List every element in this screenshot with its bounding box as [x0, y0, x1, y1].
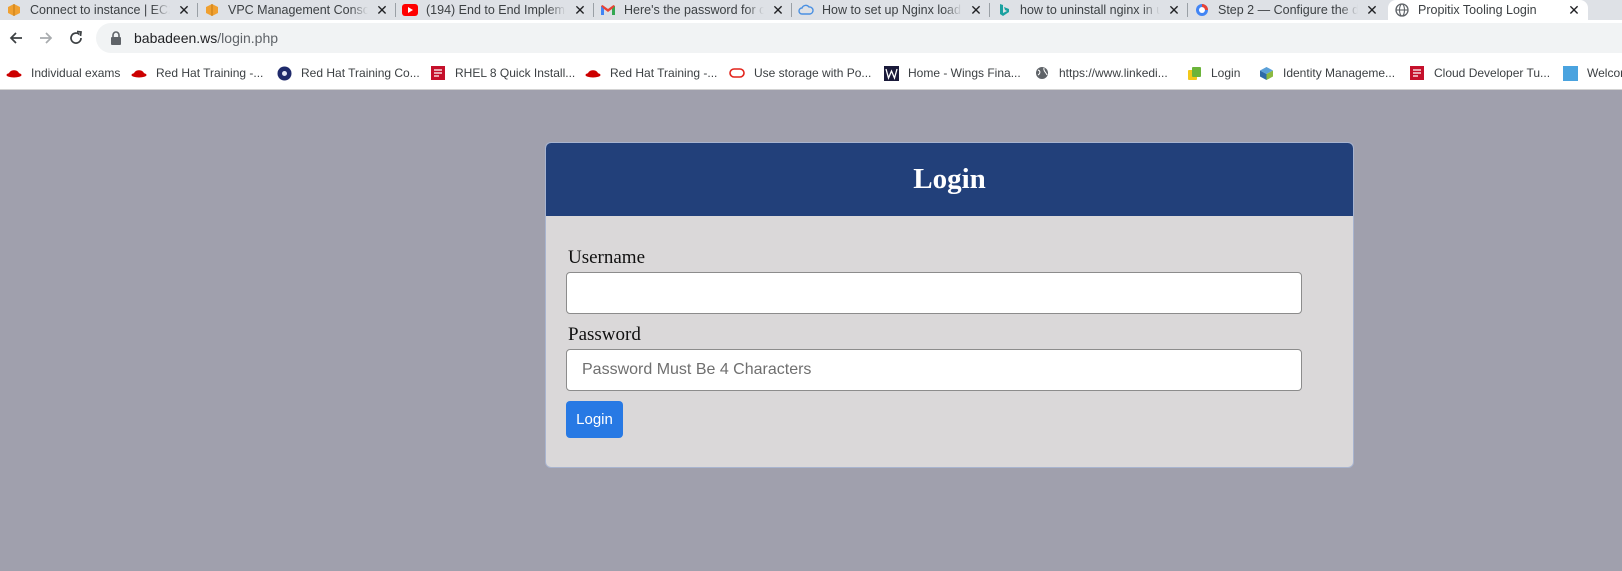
cube-icon	[1258, 65, 1274, 81]
login-card-header: Login	[546, 143, 1353, 216]
aws-icon	[204, 2, 220, 18]
close-tab-icon[interactable]: ✕	[1364, 2, 1380, 18]
redhat-icon	[131, 65, 147, 81]
password-label: Password	[568, 324, 641, 345]
tab-title: Step 2 — Configure the database	[1218, 3, 1358, 17]
wings-icon	[883, 65, 899, 81]
oracle-icon	[729, 65, 745, 81]
training-icon	[276, 65, 292, 81]
bookmark-item[interactable]: Identity Manageme...	[1258, 64, 1395, 82]
bookmark-label: Use storage with Po...	[754, 66, 872, 80]
url-path: /login.php	[217, 30, 279, 46]
url-host: babadeen.ws	[134, 30, 218, 46]
bookmark-label: Home - Wings Fina...	[908, 66, 1021, 80]
login-button[interactable]: Login	[566, 401, 623, 438]
bookmark-label: Red Hat Training Co...	[301, 66, 420, 80]
globe-icon	[1394, 2, 1410, 18]
square-icon	[1562, 65, 1578, 81]
bing-icon	[996, 2, 1012, 18]
browser-tab-youtube[interactable]: (194) End to End Implementation ✕	[396, 0, 594, 20]
bookmark-item[interactable]: RHEL 8 Quick Install...	[430, 64, 575, 82]
close-tab-icon[interactable]: ✕	[1566, 2, 1582, 18]
bookmark-label: Identity Manageme...	[1283, 66, 1396, 80]
bookmark-label: RHEL 8 Quick Install...	[455, 66, 576, 80]
tab-title: Here's the password for ch	[624, 3, 764, 17]
bookmark-label: https://www.linkedi...	[1059, 66, 1168, 80]
password-input[interactable]	[566, 349, 1302, 391]
browser-tab-bing[interactable]: how to uninstall nginx in ubuntu ✕	[990, 0, 1188, 20]
close-tab-icon[interactable]: ✕	[1166, 2, 1182, 18]
close-tab-icon[interactable]: ✕	[770, 2, 786, 18]
bookmark-item[interactable]: Cloud Developer Tu...	[1409, 64, 1550, 82]
bookmark-item[interactable]: Red Hat Training -...	[131, 64, 263, 82]
bookmark-item[interactable]: https://www.linkedi...	[1034, 64, 1168, 82]
bookmark-label: Individual exams	[31, 66, 121, 80]
back-arrow-icon[interactable]	[2, 24, 30, 52]
login-card: Login Username Password Login	[545, 142, 1354, 468]
bookmark-item[interactable]: Individual exams	[6, 64, 120, 82]
lock-icon[interactable]	[110, 31, 122, 45]
browser-tab-gmail[interactable]: Here's the password for ch ✕	[594, 0, 792, 20]
gmail-icon	[600, 2, 616, 18]
tab-title: VPC Management Console	[228, 3, 368, 17]
redhat-icon	[6, 65, 22, 81]
aws-icon	[6, 2, 22, 18]
document-icon	[1409, 65, 1425, 81]
browser-tab-vpc[interactable]: VPC Management Console ✕	[198, 0, 396, 20]
bookmark-label: Cloud Developer Tu...	[1434, 66, 1551, 80]
close-tab-icon[interactable]: ✕	[374, 2, 390, 18]
globe-icon	[1034, 65, 1050, 81]
close-tab-icon[interactable]: ✕	[968, 2, 984, 18]
bookmarks-bar: Individual exams Red Hat Training -... R…	[0, 56, 1622, 90]
redhat-icon	[585, 65, 601, 81]
page-content: Login Username Password Login	[0, 90, 1622, 571]
tab-title: Propitix Tooling Login	[1418, 3, 1560, 17]
document-icon	[430, 65, 446, 81]
bookmark-label: Red Hat Training -...	[610, 66, 718, 80]
browser-toolbar: babadeen.ws/login.php	[0, 20, 1622, 56]
tab-title: Connect to instance | EC2 Management Con…	[30, 3, 170, 17]
username-input[interactable]	[566, 272, 1302, 314]
bookmark-item[interactable]: Red Hat Training Co...	[276, 64, 420, 82]
bookmark-label: Welcom	[1587, 66, 1622, 80]
browser-tab-database[interactable]: Step 2 — Configure the database ✕	[1188, 0, 1386, 20]
tab-title: (194) End to End Implementation	[426, 3, 566, 17]
address-bar[interactable]: babadeen.ws/login.php	[96, 23, 1622, 53]
google-icon	[1194, 2, 1210, 18]
close-tab-icon[interactable]: ✕	[572, 2, 588, 18]
cloud-icon	[798, 2, 814, 18]
bookmark-item[interactable]: Home - Wings Fina...	[883, 64, 1021, 82]
bookmark-item[interactable]: Use storage with Po...	[729, 64, 871, 82]
reload-icon[interactable]	[62, 24, 90, 52]
bookmark-item[interactable]: Login	[1186, 64, 1240, 82]
close-tab-icon[interactable]: ✕	[176, 2, 192, 18]
browser-tab-active-login[interactable]: Propitix Tooling Login ✕	[1388, 0, 1588, 20]
browser-tab-ec2[interactable]: Connect to instance | EC2 Management Con…	[0, 0, 198, 20]
youtube-icon	[402, 2, 418, 18]
bookmark-item[interactable]: Welcom	[1562, 64, 1622, 82]
forward-arrow-icon[interactable]	[32, 24, 60, 52]
login-heading: Login	[913, 163, 986, 195]
tab-title: How to set up Nginx load balancing	[822, 3, 962, 17]
username-label: Username	[568, 247, 646, 268]
bookmark-item[interactable]: Red Hat Training -...	[585, 64, 717, 82]
login-icon	[1186, 65, 1202, 81]
tab-title: how to uninstall nginx in ubuntu	[1020, 3, 1160, 17]
bookmark-label: Red Hat Training -...	[156, 66, 264, 80]
browser-tab-nginx[interactable]: How to set up Nginx load balancing ✕	[792, 0, 990, 20]
bookmark-label: Login	[1211, 66, 1241, 80]
browser-tab-strip: Connect to instance | EC2 Management Con…	[0, 0, 1622, 20]
